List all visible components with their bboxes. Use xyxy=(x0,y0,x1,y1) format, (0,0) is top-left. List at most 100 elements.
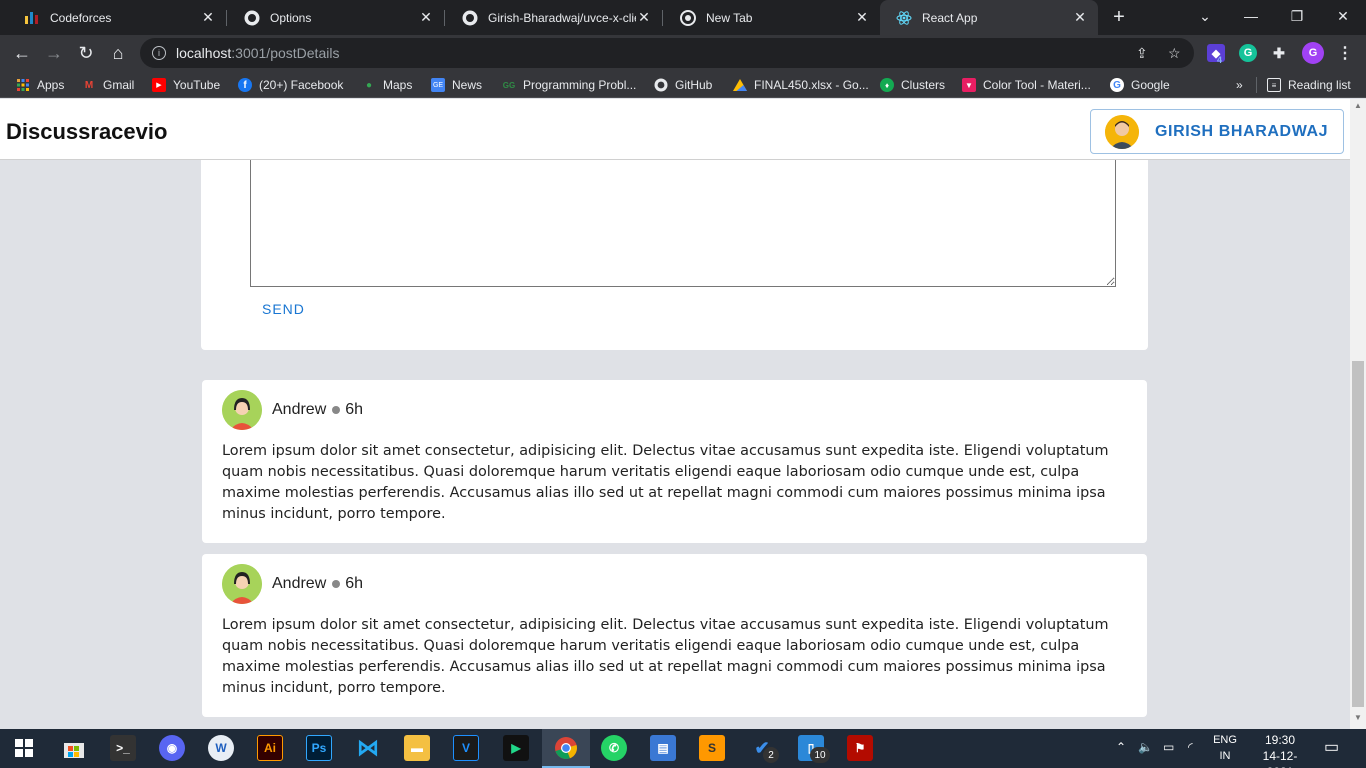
reply-textarea[interactable] xyxy=(250,139,1116,287)
discord-icon[interactable]: ◉ xyxy=(159,735,185,761)
bookmarks-bar: Apps M Gmail ▶ YouTube f (20+) Facebook ● Ma… xyxy=(0,71,1366,98)
close-tab-icon[interactable]: ✕ xyxy=(854,9,870,26)
terminal-icon[interactable]: >_ xyxy=(110,735,136,761)
sublime-text-icon[interactable]: S xyxy=(699,735,725,761)
vim-icon[interactable]: V xyxy=(453,735,479,761)
jetbrains-icon[interactable]: ▶ xyxy=(503,735,529,761)
bookmark-news[interactable]: GE News xyxy=(431,76,482,94)
tab-title: Options xyxy=(270,10,312,25)
microsoft-store-icon[interactable] xyxy=(61,735,87,761)
github-icon xyxy=(654,78,668,92)
bookmark-programming[interactable]: GG Programming Probl... xyxy=(502,76,637,94)
compose-card: SEND xyxy=(201,139,1148,350)
profile-avatar[interactable]: G xyxy=(1302,42,1324,64)
back-button[interactable]: ← xyxy=(10,41,34,65)
site-info-icon[interactable]: i xyxy=(152,46,166,60)
close-window-button[interactable]: ✕ xyxy=(1320,0,1366,32)
minimize-button[interactable]: — xyxy=(1228,0,1274,32)
close-tab-icon[interactable]: ✕ xyxy=(418,9,434,26)
separator-dot xyxy=(332,580,341,588)
tab-codeforces[interactable]: Codeforces ✕ xyxy=(8,0,226,35)
home-button[interactable]: ⌂ xyxy=(106,41,130,65)
whatsapp-icon[interactable]: ✆ xyxy=(601,735,627,761)
menu-kebab-icon[interactable]: ⋮ xyxy=(1336,44,1354,62)
bookmark-label: Color Tool - Materi... xyxy=(983,78,1091,92)
user-avatar xyxy=(1105,114,1139,149)
language-indicator[interactable]: ENG IN xyxy=(1210,732,1240,764)
tab-new-tab[interactable]: New Tab ✕ xyxy=(664,0,880,35)
wifi-icon[interactable]: ◜ xyxy=(1188,740,1193,754)
scroll-up-arrow-icon[interactable]: ▲ xyxy=(1350,101,1366,110)
system-clock[interactable]: 19:30 14-12-2021 xyxy=(1252,732,1308,768)
reload-button[interactable]: ↻ xyxy=(74,41,98,65)
windows-start-icon[interactable] xyxy=(11,735,37,761)
tab-options[interactable]: Options ✕ xyxy=(228,0,444,35)
close-tab-icon[interactable]: ✕ xyxy=(1072,9,1088,26)
browser-tab-strip: Codeforces ✕ Options ✕ Girish-Bharadwaj/… xyxy=(0,0,1366,35)
separator-dot xyxy=(332,406,341,414)
sticky-notes-icon[interactable]: ▤ xyxy=(650,735,676,761)
restore-button[interactable]: ❐ xyxy=(1274,0,1320,32)
tab-title: Girish-Bharadwaj/uvce-x-clie xyxy=(488,10,636,25)
tab-search-chevron-icon[interactable]: ⌄ xyxy=(1182,0,1228,32)
author-name[interactable]: Andrew xyxy=(272,575,326,593)
forward-button[interactable]: → xyxy=(42,41,66,65)
reading-list-button[interactable]: ≡ Reading list xyxy=(1267,76,1351,94)
notifications-icon[interactable]: ▭ xyxy=(1324,737,1339,757)
vscode-icon[interactable]: ⋈ xyxy=(355,735,381,761)
tab-react-app[interactable]: React App ✕ xyxy=(880,0,1098,35)
illustrator-icon[interactable]: Ai xyxy=(257,735,283,761)
send-button[interactable]: SEND xyxy=(253,295,314,323)
scrollbar-thumb[interactable] xyxy=(1352,361,1364,707)
bookmark-final450[interactable]: FINAL450.xlsx - Go... xyxy=(733,76,869,94)
volume-icon[interactable]: 🔈 xyxy=(1138,740,1153,754)
close-tab-icon[interactable]: ✕ xyxy=(636,9,652,26)
bookmark-gmail[interactable]: M Gmail xyxy=(82,76,135,94)
author-name[interactable]: Andrew xyxy=(272,401,326,419)
apps-grid-icon xyxy=(16,78,30,92)
word-app-icon[interactable]: W xyxy=(208,735,234,761)
scroll-down-arrow-icon[interactable]: ▼ xyxy=(1350,713,1366,722)
bookmark-github[interactable]: GitHub xyxy=(654,76,712,94)
bookmark-facebook[interactable]: f (20+) Facebook xyxy=(238,76,343,94)
tab-github-repo[interactable]: Girish-Bharadwaj/uvce-x-clie ✕ xyxy=(446,0,662,35)
grammarly-icon[interactable]: G xyxy=(1239,44,1257,62)
bookmark-color-tool[interactable]: ▼ Color Tool - Materi... xyxy=(962,76,1091,94)
tray-overflow-chevron-icon[interactable]: ⌃ xyxy=(1116,740,1126,754)
extensions-puzzle-icon[interactable]: ✚ xyxy=(1270,44,1288,62)
new-tab-button[interactable]: + xyxy=(1108,6,1130,29)
page-scrollbar[interactable]: ▲ ▼ xyxy=(1350,99,1366,729)
acrobat-icon[interactable]: ⚑ xyxy=(847,735,873,761)
google-icon: G xyxy=(1110,78,1124,92)
file-explorer-icon[interactable]: ▬ xyxy=(404,735,430,761)
github-icon xyxy=(462,10,478,26)
photoshop-icon[interactable]: Ps xyxy=(306,735,332,761)
bookmark-google[interactable]: G Google xyxy=(1110,76,1170,94)
bookmark-youtube[interactable]: ▶ YouTube xyxy=(152,76,220,94)
phone-badge: 10 xyxy=(810,747,830,763)
extension-icon[interactable]: ◆ xyxy=(1207,44,1225,62)
bookmark-clusters[interactable]: ♦ Clusters xyxy=(880,76,945,94)
close-tab-icon[interactable]: ✕ xyxy=(200,9,216,26)
bookmark-separator xyxy=(1256,77,1257,93)
post-time: 6h xyxy=(345,575,364,592)
post-body: Lorem ipsum dolor sit amet consectetur, … xyxy=(222,443,1109,522)
bookmarks-overflow-button[interactable]: » xyxy=(1236,76,1243,94)
chrome-icon[interactable] xyxy=(553,735,579,761)
bookmark-label: Clusters xyxy=(901,78,946,92)
share-icon[interactable]: ⇪ xyxy=(1136,45,1148,62)
bookmark-apps[interactable]: Apps xyxy=(16,76,64,94)
brand-title[interactable]: Discussracevio xyxy=(6,119,167,145)
bookmark-label: Programming Probl... xyxy=(523,78,637,92)
tab-title: React App xyxy=(922,10,978,25)
google-drive-icon xyxy=(733,78,747,92)
bookmark-maps[interactable]: ● Maps xyxy=(362,76,412,94)
address-bar[interactable]: i localhost:3001/postDetails ⇪ ☆ xyxy=(140,38,1194,68)
user-profile-button[interactable]: GIRISH BHARADWAJ xyxy=(1090,109,1344,154)
battery-icon[interactable]: ▭ xyxy=(1163,740,1174,754)
url-text: localhost:3001/postDetails xyxy=(176,45,339,61)
bookmark-label: Google xyxy=(1131,78,1170,92)
bookmark-star-icon[interactable]: ☆ xyxy=(1168,45,1181,62)
reading-list-icon: ≡ xyxy=(1267,78,1281,92)
user-name: GIRISH BHARADWAJ xyxy=(1155,122,1329,140)
